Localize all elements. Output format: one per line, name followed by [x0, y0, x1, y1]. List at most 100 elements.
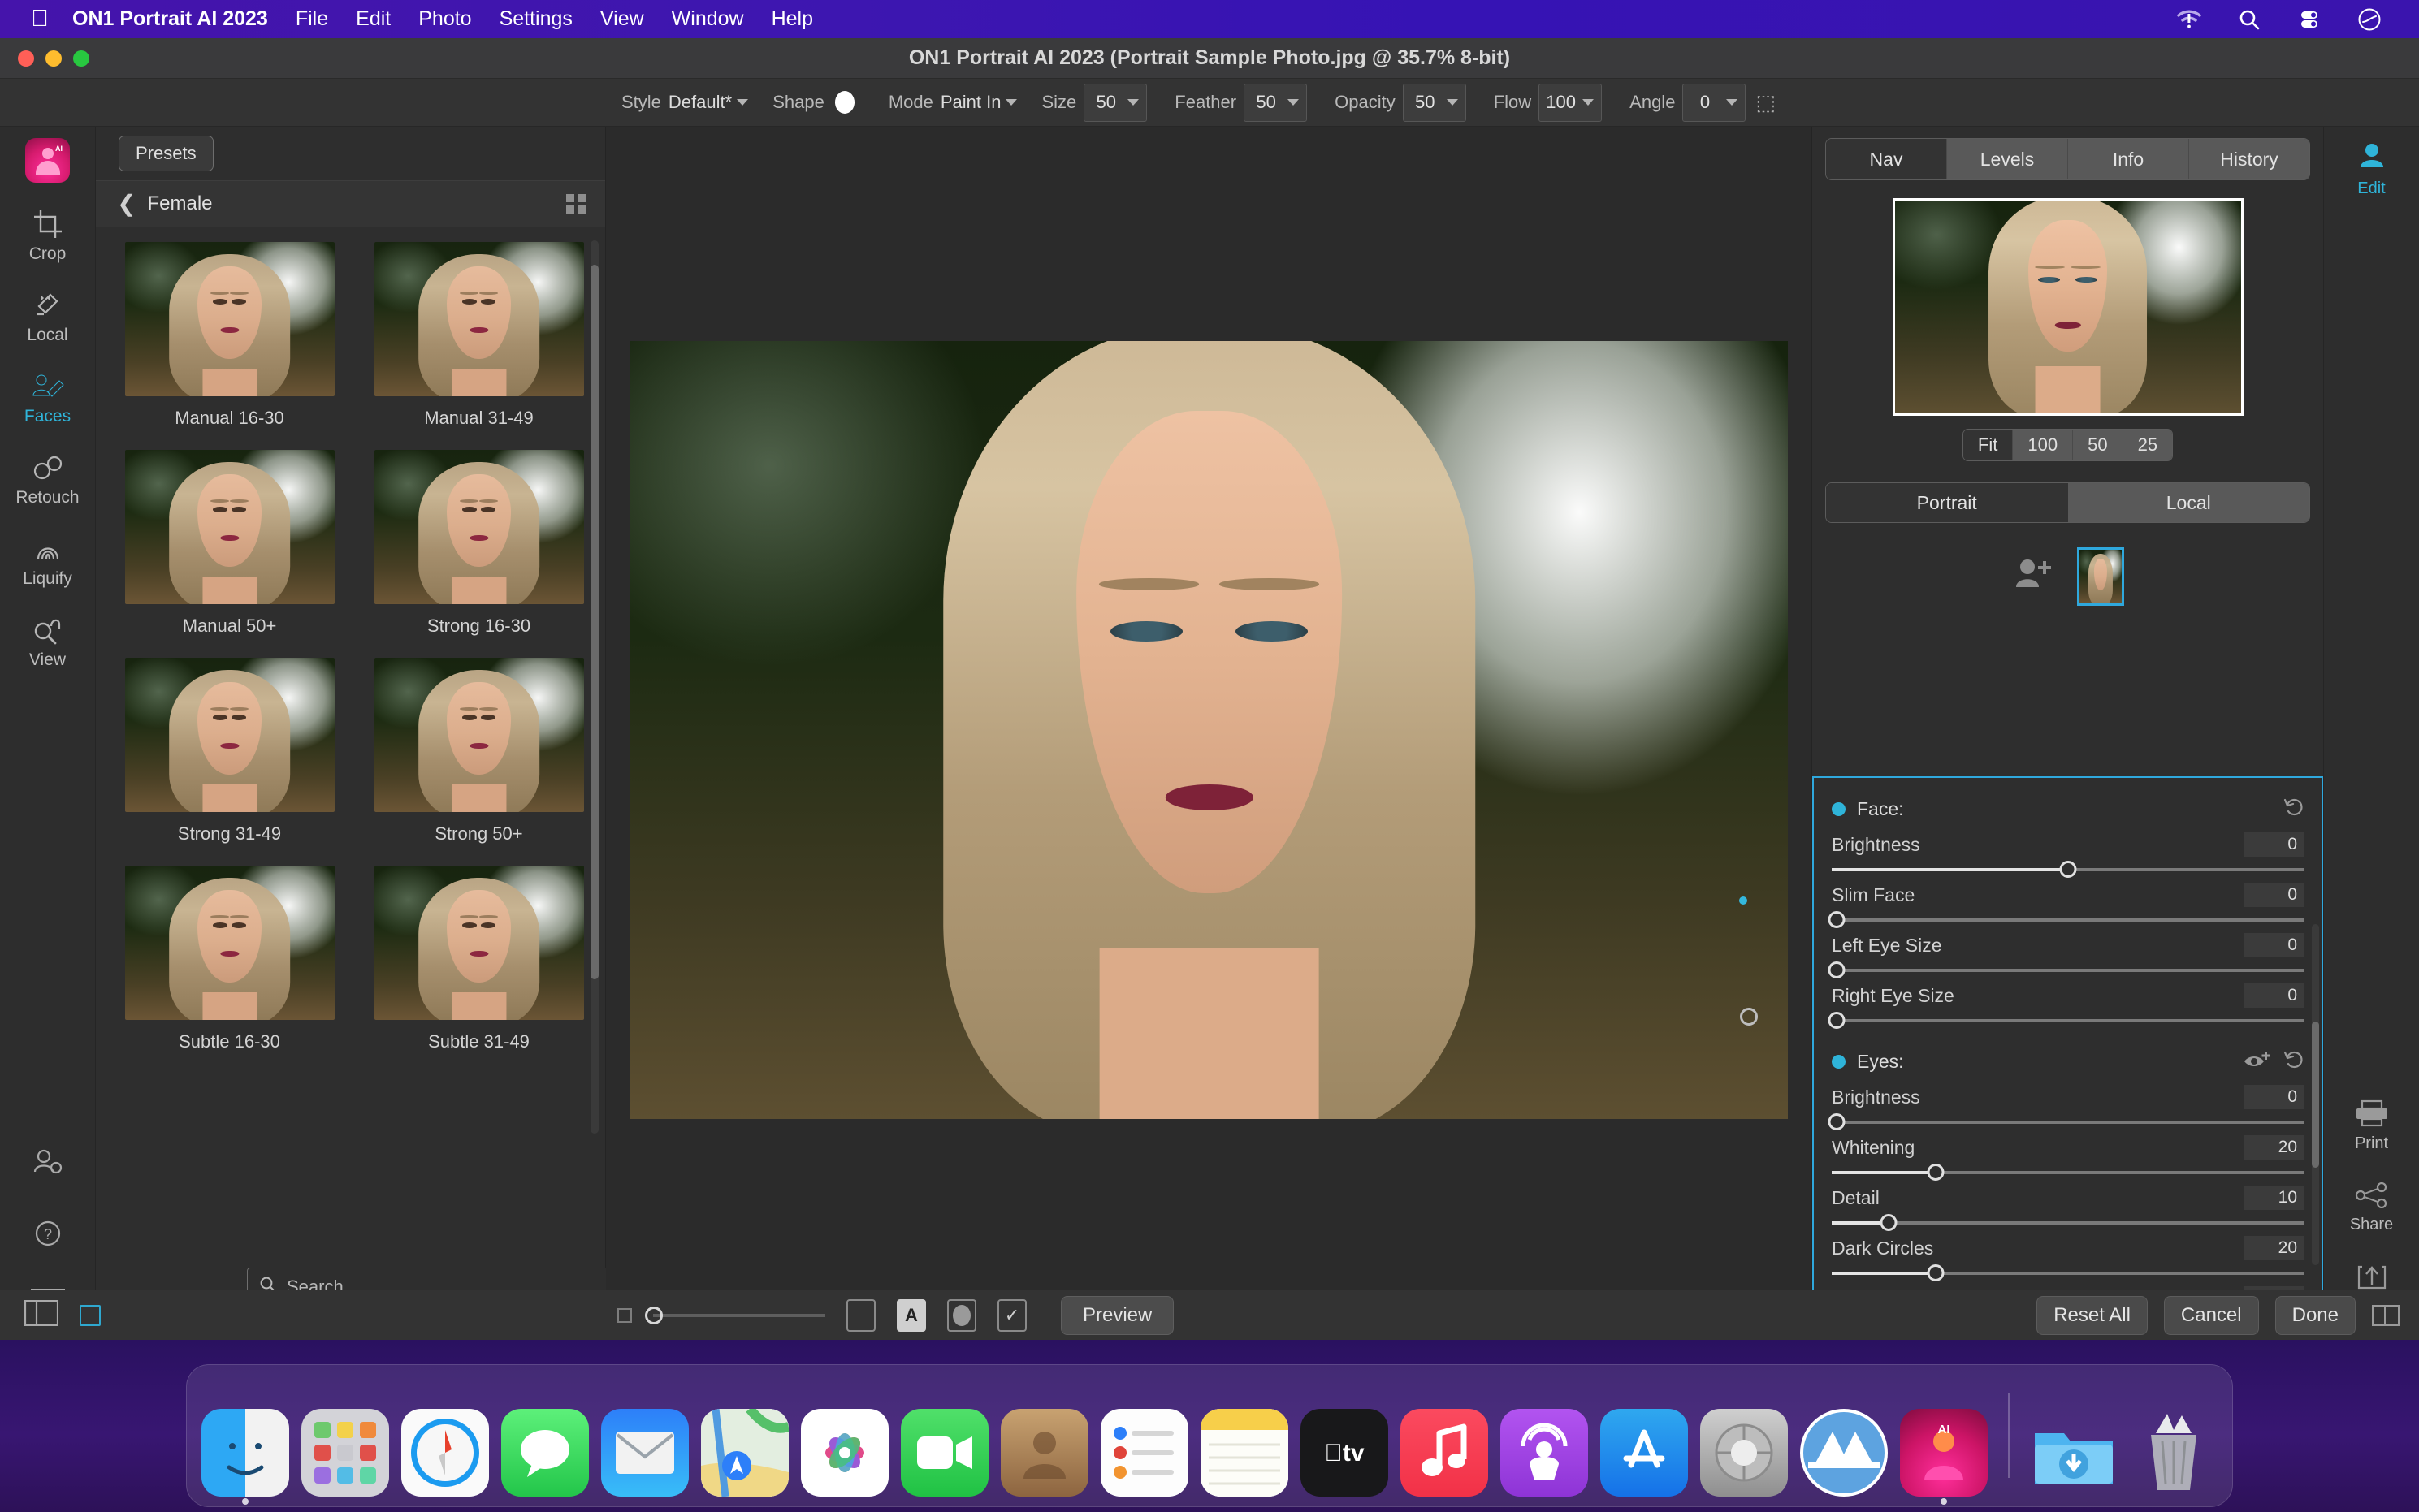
search-icon[interactable]: [2235, 6, 2263, 33]
menu-item-photo[interactable]: Photo: [405, 7, 485, 31]
menu-item-window[interactable]: Window: [658, 7, 758, 31]
dock-item-podcasts[interactable]: [1500, 1409, 1588, 1497]
menu-item-settings[interactable]: Settings: [486, 7, 586, 31]
presets-button[interactable]: Presets: [119, 136, 214, 171]
dock-item-reminders[interactable]: [1101, 1409, 1188, 1497]
slider-track[interactable]: [1828, 911, 2304, 928]
edited-photo[interactable]: [630, 341, 1788, 1119]
sidebar-item-view[interactable]: View: [0, 613, 96, 670]
feather-input[interactable]: 50: [1244, 83, 1308, 122]
dock-item-apple-tv[interactable]: tv: [1300, 1409, 1388, 1497]
preset-thumbnail[interactable]: [374, 450, 584, 604]
mask-opacity-slider[interactable]: [645, 1306, 825, 1324]
dock-item-music[interactable]: [1400, 1409, 1488, 1497]
slider-value[interactable]: 20: [2244, 1135, 2304, 1160]
apple-icon[interactable]: : [21, 7, 58, 31]
flow-input[interactable]: 100: [1538, 83, 1603, 122]
help-icon[interactable]: ?: [32, 1218, 63, 1253]
slider-right-eye-size[interactable]: Right Eye Size 0: [1828, 983, 2304, 1029]
chevron-down-icon[interactable]: [1582, 99, 1595, 106]
menu-item-help[interactable]: Help: [758, 7, 827, 31]
zoom-50-button[interactable]: 50: [2073, 430, 2123, 460]
tab-info[interactable]: Info: [2068, 139, 2189, 179]
browser-toggle-button[interactable]: [80, 1304, 101, 1326]
preview-button[interactable]: Preview: [1061, 1295, 1175, 1335]
minimize-window-button[interactable]: [45, 50, 62, 67]
sidebar-item-crop[interactable]: Crop: [0, 207, 96, 264]
preset-thumbnail[interactable]: [124, 450, 335, 604]
preset-item[interactable]: Manual 50+: [119, 450, 340, 637]
chevron-left-icon[interactable]: ❮: [117, 192, 136, 215]
slider-face-brightness[interactable]: Brightness 0: [1832, 832, 2304, 878]
mask-shape-icon[interactable]: [947, 1298, 976, 1332]
reset-all-button[interactable]: Reset All: [2036, 1295, 2148, 1335]
brush-reset-icon[interactable]: ⬚: [1755, 90, 1776, 115]
slider-value[interactable]: 0: [2244, 1085, 2304, 1109]
tab-local[interactable]: Local: [2067, 483, 2309, 522]
dock-item-on1-portrait-ai[interactable]: AI: [1900, 1409, 1988, 1505]
slider-detail[interactable]: Detail 10: [1832, 1186, 2304, 1231]
tab-levels[interactable]: Levels: [1947, 139, 2068, 179]
slider-track[interactable]: [1832, 1264, 2304, 1281]
dock-item-system-preferences[interactable]: [1700, 1409, 1788, 1497]
menu-item-file[interactable]: File: [282, 7, 342, 31]
sidebar-item-liquify[interactable]: Liquify: [0, 532, 96, 589]
cancel-button[interactable]: Cancel: [2163, 1295, 2259, 1335]
preset-item[interactable]: Strong 31-49: [119, 658, 340, 845]
brush-shape-icon[interactable]: [834, 91, 855, 114]
module-item-print[interactable]: Print: [2353, 1099, 2391, 1153]
preset-thumbnail[interactable]: [124, 658, 335, 812]
zoom-25-button[interactable]: 25: [2123, 430, 2173, 460]
preset-item[interactable]: Manual 16-30: [119, 242, 340, 429]
dock-item-launchpad[interactable]: [301, 1409, 389, 1497]
slider-value[interactable]: 20: [2244, 1236, 2304, 1260]
slider-track[interactable]: [1832, 861, 2304, 878]
dock-item-app-store[interactable]: [1600, 1409, 1688, 1497]
dock-item-maps[interactable]: [701, 1409, 789, 1497]
module-item-share[interactable]: Share: [2350, 1182, 2393, 1234]
presets-scrollbar[interactable]: [591, 240, 599, 1134]
siri-icon[interactable]: [2356, 6, 2383, 33]
slider-left-eye-size[interactable]: Left Eye Size 0: [1828, 933, 2304, 978]
control-center-icon[interactable]: [2296, 6, 2323, 33]
feather-control[interactable]: Feather 50: [1175, 83, 1310, 122]
chevron-down-icon[interactable]: [1006, 99, 1018, 106]
dock-item-contacts[interactable]: [1001, 1409, 1088, 1497]
slider-eyes-brightness[interactable]: Brightness 0: [1828, 1085, 2304, 1130]
sidebar-item-retouch[interactable]: Retouch: [0, 451, 96, 508]
slider-value[interactable]: 10: [2244, 1186, 2304, 1210]
chevron-down-icon[interactable]: [737, 99, 749, 106]
dock-item-on1-photo-raw[interactable]: [1800, 1409, 1888, 1497]
dock-item-mail[interactable]: [601, 1409, 689, 1497]
reset-icon[interactable]: [2283, 797, 2304, 821]
chevron-down-icon[interactable]: [1287, 99, 1300, 106]
mode-control[interactable]: Mode Paint In: [889, 92, 1018, 113]
slider-track[interactable]: [1832, 1164, 2304, 1181]
tab-history[interactable]: History: [2189, 139, 2309, 179]
slider-slim-face[interactable]: Slim Face 0: [1828, 883, 2304, 928]
close-window-button[interactable]: [18, 50, 34, 67]
preset-thumbnail[interactable]: [374, 866, 584, 1020]
section-enabled-dot[interactable]: [1832, 1055, 1846, 1069]
wifi-icon[interactable]: [2175, 6, 2203, 33]
reset-icon[interactable]: [2283, 1050, 2304, 1074]
size-input[interactable]: 50: [1084, 83, 1148, 122]
size-control[interactable]: Size 50: [1041, 83, 1150, 122]
navigator-preview[interactable]: [1892, 198, 2244, 416]
add-eye-icon[interactable]: [2243, 1050, 2270, 1074]
slider-track[interactable]: [1828, 1113, 2304, 1130]
preset-item[interactable]: Strong 16-30: [368, 450, 590, 637]
slider-track[interactable]: [1832, 1214, 2304, 1231]
toggle-right-panel-icon[interactable]: [2372, 1304, 2400, 1326]
dock-item-notes[interactable]: [1201, 1409, 1288, 1497]
mask-view-icon[interactable]: [846, 1298, 876, 1332]
dock-item-finder[interactable]: [201, 1409, 289, 1505]
style-control[interactable]: Style Default*: [621, 92, 749, 113]
module-item-edit[interactable]: Edit: [2354, 141, 2390, 198]
slider-value[interactable]: 0: [2244, 832, 2304, 857]
preset-thumbnail[interactable]: [124, 242, 335, 396]
sidebar-item-local[interactable]: Local: [0, 288, 96, 345]
flow-control[interactable]: Flow 100: [1494, 83, 1605, 122]
dock-item-facetime[interactable]: [901, 1409, 989, 1497]
opacity-control[interactable]: Opacity 50: [1335, 83, 1469, 122]
